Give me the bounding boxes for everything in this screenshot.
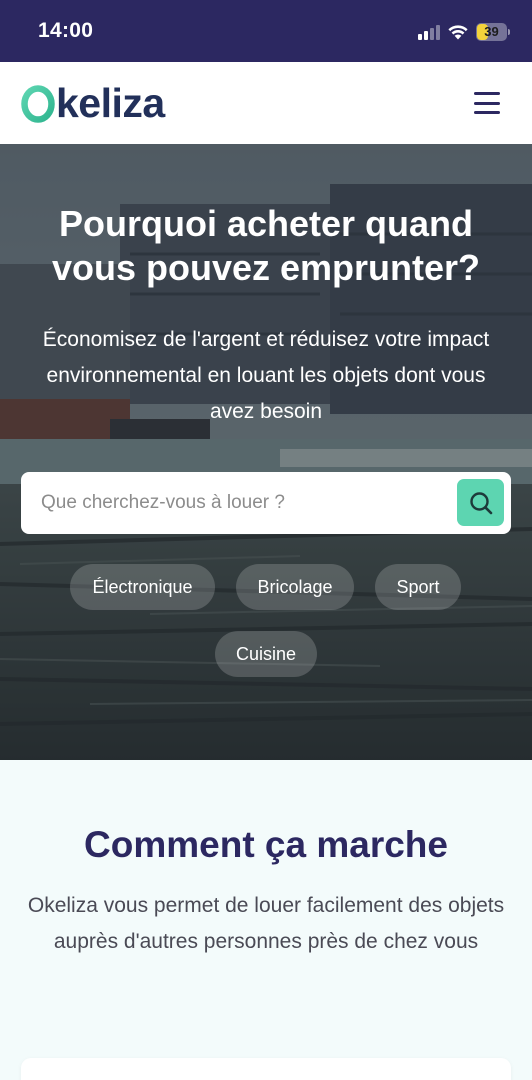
hamburger-icon (474, 92, 500, 95)
battery-level: 39 (484, 24, 499, 39)
category-chip-electronique[interactable]: Électronique (70, 564, 215, 610)
step-card (21, 1058, 511, 1080)
category-chip-cuisine[interactable]: Cuisine (215, 631, 317, 677)
how-it-works-description: Okeliza vous permet de louer facilement … (27, 894, 505, 953)
signal-icon (418, 24, 440, 40)
status-time: 14:00 (38, 19, 94, 42)
status-bar: 14:00 39 (0, 0, 532, 62)
hero-subtitle: Économisez de l'argent et réduisez votre… (42, 328, 490, 423)
category-chip-sport[interactable]: Sport (375, 564, 461, 610)
search-button[interactable] (457, 479, 504, 526)
logo[interactable]: keliza (21, 80, 165, 126)
search-icon (469, 491, 492, 514)
status-icons: 39 (418, 21, 510, 43)
hero-section: Pourquoi acheter quand vous pouvez empru… (0, 144, 532, 760)
search-input[interactable] (21, 472, 451, 534)
battery-icon: 39 (476, 23, 510, 41)
logo-text: keliza (56, 80, 165, 126)
search-box (21, 472, 511, 534)
logo-mark-icon (21, 85, 55, 123)
how-it-works-title: Comment ça marche (84, 824, 448, 865)
how-it-works-section: Comment ça marche Okeliza vous permet de… (0, 760, 532, 1080)
category-chip-bricolage[interactable]: Bricolage (236, 564, 354, 610)
hero-title: Pourquoi acheter quand vous pouvez empru… (51, 203, 481, 288)
site-header: keliza (0, 62, 532, 144)
hamburger-menu-button[interactable] (474, 92, 500, 114)
wifi-icon (448, 25, 468, 40)
